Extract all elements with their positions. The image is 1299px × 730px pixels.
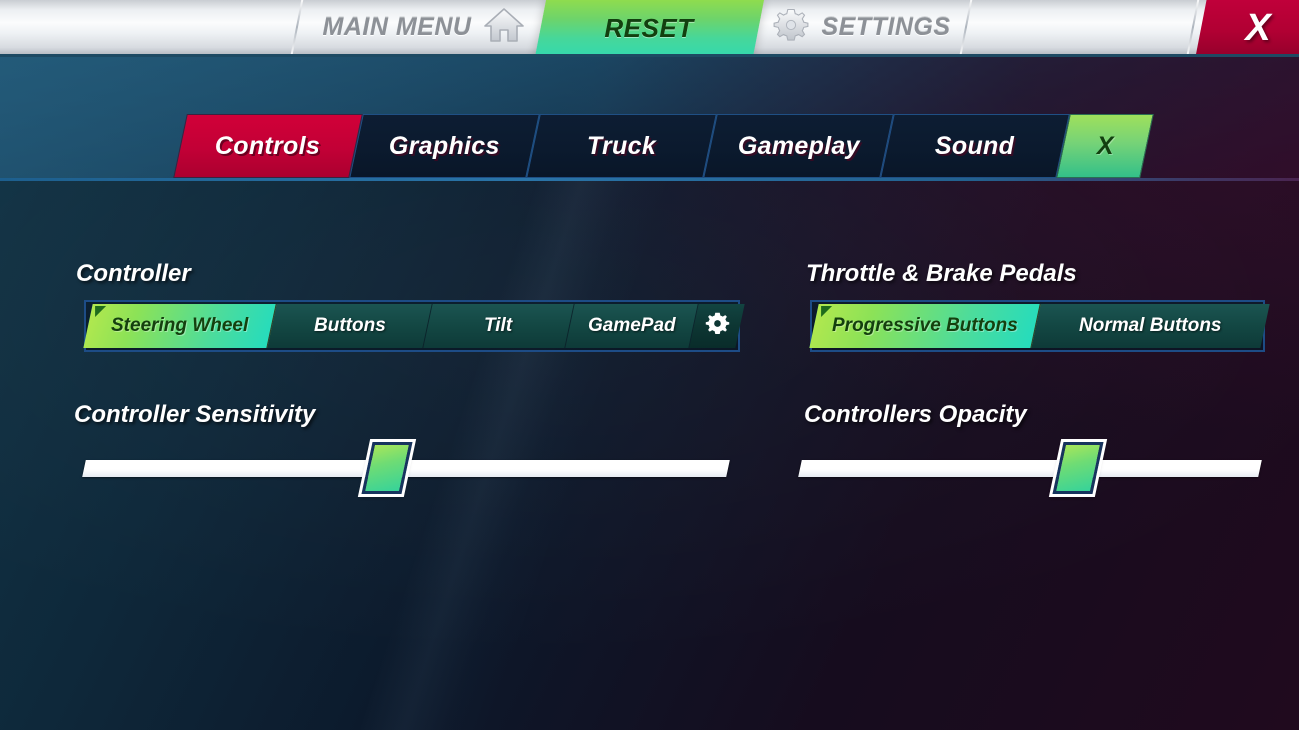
settings-label: SETTINGS: [821, 12, 951, 41]
settings-screen: MAIN MENU RESET SETTINGS X Controls Grap…: [0, 0, 1299, 730]
controller-option-gamepad-label: GamePad: [587, 315, 676, 336]
tab-close-label: X: [1096, 131, 1114, 160]
tab-truck[interactable]: Truck: [526, 114, 717, 178]
controller-option-tilt[interactable]: Tilt: [423, 304, 575, 348]
tab-sound[interactable]: Sound: [880, 114, 1070, 178]
main-menu-button[interactable]: MAIN MENU: [300, 0, 548, 54]
settings-button[interactable]: SETTINGS: [762, 0, 962, 54]
pedals-option-progressive-buttons-label: Progressive Buttons: [831, 315, 1018, 336]
tab-sound-label: Sound: [935, 131, 1015, 160]
controller-option-buttons-label: Buttons: [313, 315, 386, 336]
sensitivity-slider-thumb[interactable]: [357, 439, 417, 497]
selected-corner-marker: [95, 306, 107, 317]
close-window-button[interactable]: X: [1217, 0, 1299, 54]
tab-gameplay-label: Gameplay: [737, 131, 860, 160]
reset-label: RESET: [604, 13, 694, 43]
controller-option-group: Steering Wheel Buttons Tilt GamePad: [83, 300, 745, 352]
reset-button-label-wrap[interactable]: RESET: [540, 0, 758, 54]
tab-controls-label: Controls: [215, 131, 321, 160]
pedals-option-normal-buttons[interactable]: Normal Buttons: [1031, 304, 1270, 348]
sensitivity-section-title: Controller Sensitivity: [74, 401, 316, 428]
tab-gameplay[interactable]: Gameplay: [703, 114, 894, 178]
controller-option-buttons[interactable]: Buttons: [267, 304, 433, 348]
opacity-slider-thumb[interactable]: [1048, 439, 1108, 497]
selected-corner-marker: [821, 306, 833, 317]
gear-icon: [705, 311, 730, 341]
tab-close[interactable]: X: [1056, 114, 1154, 178]
controllers-opacity-slider[interactable]: [798, 439, 1262, 497]
tab-strip: Controls Graphics Truck Gameplay Sound X: [0, 114, 1299, 178]
controller-option-tilt-label: Tilt: [484, 315, 513, 336]
controller-option-gamepad[interactable]: GamePad: [565, 304, 699, 348]
opacity-slider-track[interactable]: [798, 460, 1262, 477]
controller-config-button[interactable]: [689, 304, 745, 348]
top-bar: MAIN MENU RESET SETTINGS X: [0, 0, 1299, 57]
opacity-section-title: Controllers Opacity: [804, 401, 1027, 428]
controller-option-steering-wheel-label: Steering Wheel: [110, 315, 249, 336]
home-icon: [483, 6, 525, 49]
settings-content: Controller Steering Wheel Buttons Tilt G…: [0, 181, 1299, 684]
tab-graphics[interactable]: Graphics: [349, 114, 540, 178]
tab-truck-label: Truck: [586, 131, 657, 160]
pedals-option-normal-buttons-label: Normal Buttons: [1079, 315, 1222, 336]
pedals-section-title: Throttle & Brake Pedals: [806, 260, 1077, 287]
main-menu-label: MAIN MENU: [322, 12, 472, 41]
tab-controls[interactable]: Controls: [173, 114, 363, 178]
controller-section-title: Controller: [76, 260, 191, 287]
controller-sensitivity-slider[interactable]: [82, 439, 730, 497]
close-icon: X: [1245, 7, 1271, 49]
pedals-option-group: Progressive Buttons Normal Buttons: [809, 300, 1270, 352]
tab-graphics-label: Graphics: [389, 131, 500, 160]
pedals-option-progressive-buttons[interactable]: Progressive Buttons: [809, 304, 1041, 348]
controller-option-steering-wheel[interactable]: Steering Wheel: [83, 304, 277, 348]
gear-icon: [773, 7, 809, 48]
